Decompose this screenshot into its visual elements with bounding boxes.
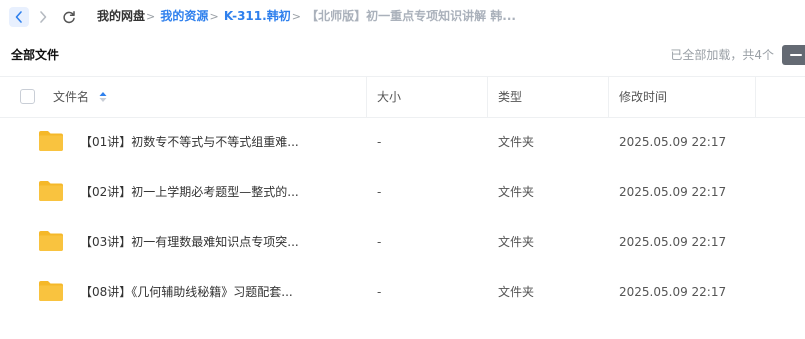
page-title: 全部文件 xyxy=(11,48,60,62)
column-header-modified[interactable]: 修改时间 xyxy=(619,77,667,117)
refresh-icon xyxy=(63,11,75,24)
column-header-size[interactable]: 大小 xyxy=(377,77,401,117)
table-header: 文件名 大小 类型 修改时间 xyxy=(0,76,805,118)
file-size: - xyxy=(377,185,382,199)
column-divider xyxy=(608,77,609,117)
folder-icon xyxy=(39,231,63,251)
folder-icon xyxy=(39,131,63,151)
file-type: 文件夹 xyxy=(498,235,535,249)
file-type: 文件夹 xyxy=(498,285,535,299)
file-type: 文件夹 xyxy=(498,185,535,199)
breadcrumb-item-folder[interactable]: K-311.韩初 xyxy=(224,9,291,23)
breadcrumb-current: 【北师版】初一重点专项知识讲解 韩... xyxy=(306,9,516,23)
select-all-checkbox[interactable] xyxy=(20,89,35,104)
refresh-button[interactable] xyxy=(59,7,79,27)
column-divider xyxy=(487,77,488,117)
column-divider xyxy=(755,77,756,117)
breadcrumb: 我的网盘> 我的资源> K-311.韩初> 【北师版】初一重点专项知识讲解 韩.… xyxy=(97,8,516,25)
folder-icon xyxy=(39,181,63,201)
file-name[interactable]: 【02讲】初一上学期必考题型—整式的... xyxy=(80,167,299,217)
file-modified-time: 2025.05.09 22:17 xyxy=(619,185,727,199)
table-row[interactable]: 【01讲】初数专不等式与不等式组重难... - 文件夹 2025.05.09 2… xyxy=(0,117,805,167)
back-button[interactable] xyxy=(9,7,29,27)
table-row[interactable]: 【03讲】初一有理数最难知识点专项突... - 文件夹 2025.05.09 2… xyxy=(0,217,805,267)
file-modified-time: 2025.05.09 22:17 xyxy=(619,235,727,249)
file-size: - xyxy=(377,135,382,149)
loaded-count-text: 已全部加载，共4个 xyxy=(670,48,774,62)
column-divider xyxy=(366,77,367,117)
table-row[interactable]: 【02讲】初一上学期必考题型—整式的... - 文件夹 2025.05.09 2… xyxy=(0,167,805,217)
chevron-left-icon xyxy=(15,11,22,23)
breadcrumb-separator: > xyxy=(291,10,301,23)
forward-button[interactable] xyxy=(33,7,53,27)
table-row[interactable]: 【08讲】《几何辅助线秘籍》习题配套... - 文件夹 2025.05.09 2… xyxy=(0,267,805,317)
breadcrumb-separator: > xyxy=(146,10,156,23)
file-name[interactable]: 【01讲】初数专不等式与不等式组重难... xyxy=(80,117,299,167)
file-modified-time: 2025.05.09 22:17 xyxy=(619,285,727,299)
file-size: - xyxy=(377,285,382,299)
file-type: 文件夹 xyxy=(498,135,535,149)
chevron-right-icon xyxy=(40,11,47,23)
top-navigation: 我的网盘> 我的资源> K-311.韩初> 【北师版】初一重点专项知识讲解 韩.… xyxy=(0,0,805,34)
folder-icon xyxy=(39,281,63,301)
column-header-type[interactable]: 类型 xyxy=(498,77,522,117)
title-row: 全部文件 已全部加载，共4个 xyxy=(0,42,805,66)
breadcrumb-item-resources[interactable]: 我的资源 xyxy=(160,9,208,23)
menu-icon xyxy=(790,54,802,56)
column-header-name[interactable]: 文件名 xyxy=(53,77,89,117)
file-modified-time: 2025.05.09 22:17 xyxy=(619,135,727,149)
list-view-button[interactable] xyxy=(782,45,805,65)
sort-arrow-icon[interactable] xyxy=(99,91,107,103)
file-name[interactable]: 【08讲】《几何辅助线秘籍》习题配套... xyxy=(80,267,293,317)
file-name[interactable]: 【03讲】初一有理数最难知识点专项突... xyxy=(80,217,299,267)
breadcrumb-separator: > xyxy=(209,10,219,23)
breadcrumb-home[interactable]: 我的网盘 xyxy=(97,9,145,23)
file-size: - xyxy=(377,235,382,249)
